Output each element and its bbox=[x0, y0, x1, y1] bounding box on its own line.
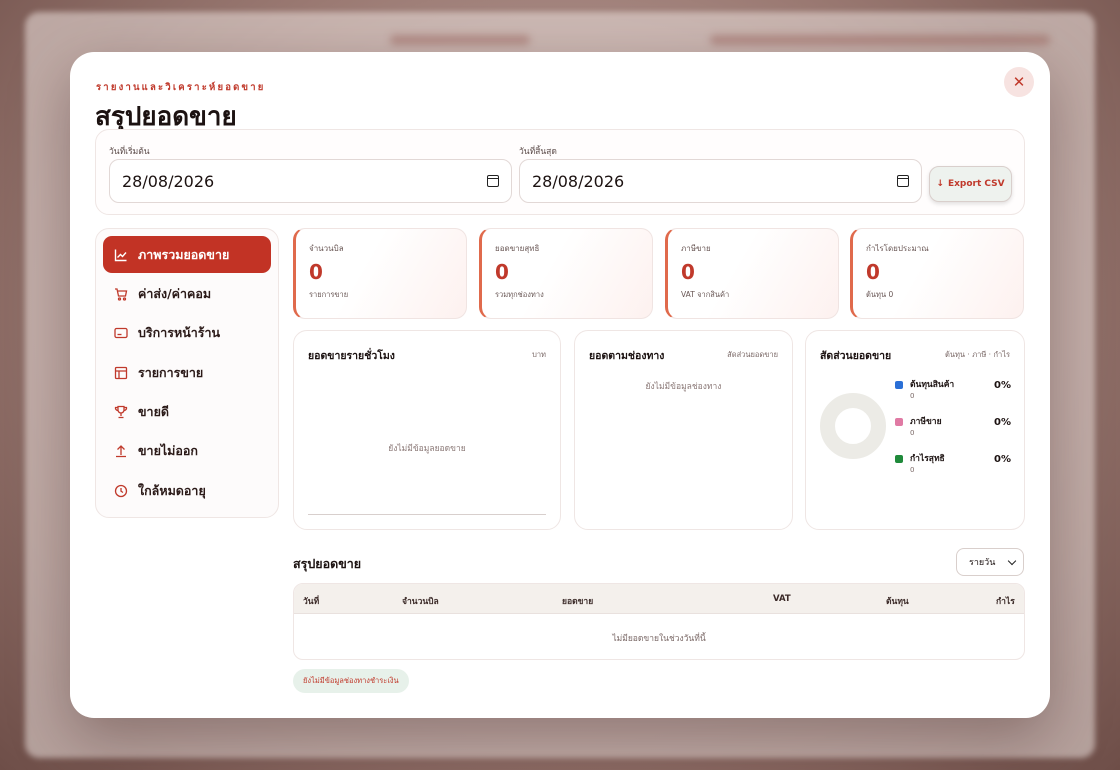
start-date-input[interactable]: 28/08/2026 bbox=[109, 159, 512, 203]
report-sidebar: ภาพรวมยอดขาย ค่าส่ง/ค่าคอม บริการหน้าร้า… bbox=[95, 228, 279, 518]
sales-share-panel: สัดส่วนยอดขาย ต้นทุน · ภาษี · กำไร ต้นทุ… bbox=[805, 330, 1025, 530]
legend-swatch bbox=[895, 418, 903, 426]
end-date-value: 28/08/2026 bbox=[532, 171, 625, 191]
export-csv-button[interactable]: ↓ Export CSV bbox=[929, 166, 1012, 202]
summary-title: สรุปยอดขาย bbox=[293, 556, 362, 571]
donut-chart bbox=[820, 393, 886, 459]
cart-icon bbox=[114, 287, 128, 301]
panel-note: บาท bbox=[532, 350, 546, 359]
sidebar-item-label: ใกล้หมดอายุ bbox=[138, 482, 206, 498]
panel-title: ยอดตามช่องทาง bbox=[589, 350, 665, 362]
start-date-label: วันที่เริ่มต้น bbox=[109, 147, 150, 157]
sidebar-item-near-expiry[interactable]: ใกล้หมดอายุ bbox=[103, 472, 271, 509]
legend-name: กำไรสุทธิ bbox=[910, 454, 945, 464]
stat-value: 0 bbox=[681, 260, 695, 284]
column-header: วันที่ bbox=[303, 597, 320, 607]
stat-card-bills: จำนวนบิล 0 รายการขาย bbox=[293, 228, 467, 319]
sidebar-item-best-sellers[interactable]: ขายดี bbox=[103, 394, 271, 431]
panel-note: ต้นทุน · ภาษี · กำไร bbox=[944, 350, 1010, 359]
panel-title: ยอดขายรายชั่วโมง bbox=[308, 350, 395, 362]
sidebar-item-label: รายการขาย bbox=[138, 364, 204, 380]
column-header: จำนวนบิล bbox=[402, 597, 439, 607]
calendar-icon[interactable] bbox=[897, 175, 909, 187]
stat-sub: VAT จากสินค้า bbox=[681, 290, 730, 299]
column-header: กำไร bbox=[996, 597, 1015, 607]
panel-note: สัดส่วนยอดขาย bbox=[727, 350, 778, 359]
sidebar-item-label: ภาพรวมยอดขาย bbox=[138, 246, 230, 262]
column-header: ต้นทุน bbox=[886, 597, 909, 607]
sidebar-item-label: ค่าส่ง/ค่าคอม bbox=[138, 285, 212, 301]
payment-channel-badge: ยังไม่มีข้อมูลช่องทางชำระเงิน bbox=[293, 669, 409, 693]
table-header: วันที่ จำนวนบิล ยอดขาย VAT ต้นทุน กำไร bbox=[294, 584, 1024, 614]
card-icon bbox=[114, 326, 128, 340]
legend-value: 0 bbox=[910, 392, 915, 400]
column-header: ยอดขาย bbox=[562, 597, 594, 607]
table-empty-state: ไม่มียอดขายในช่วงวันที่นี้ bbox=[612, 634, 706, 644]
sales-summary-modal: ✕ รายงานและวิเคราะห์ยอดขาย สรุปยอดขาย วั… bbox=[70, 52, 1050, 718]
stat-value: 0 bbox=[866, 260, 880, 284]
legend-name: ต้นทุนสินค้า bbox=[910, 380, 955, 390]
end-date-label: วันที่สิ้นสุด bbox=[519, 147, 557, 157]
empty-state: ยังไม่มีข้อมูลยอดขาย bbox=[388, 444, 466, 454]
trophy-icon bbox=[114, 405, 128, 419]
calendar-icon[interactable] bbox=[487, 175, 499, 187]
channel-sales-panel: ยอดตามช่องทาง สัดส่วนยอดขาย ยังไม่มีข้อม… bbox=[574, 330, 793, 530]
legend-percent: 0% bbox=[994, 417, 1011, 428]
close-button[interactable]: ✕ bbox=[1004, 67, 1034, 97]
legend-percent: 0% bbox=[994, 380, 1011, 391]
legend-swatch bbox=[895, 381, 903, 389]
stat-card-net-sales: ยอดขายสุทธิ 0 รวมทุกช่องทาง bbox=[479, 228, 653, 319]
close-icon[interactable]: ✕ bbox=[1013, 73, 1026, 91]
sidebar-item-slow-sellers[interactable]: ขายไม่ออก bbox=[103, 433, 271, 470]
summary-table: วันที่ จำนวนบิล ยอดขาย VAT ต้นทุน กำไร ไ… bbox=[293, 583, 1025, 660]
chart-line-icon bbox=[114, 248, 128, 262]
upload-icon bbox=[114, 444, 128, 458]
stat-value: 0 bbox=[309, 260, 323, 284]
legend-item-profit: กำไรสุทธิ 0 0% bbox=[895, 449, 1011, 479]
stat-card-sales-tax: ภาษีขาย 0 VAT จากสินค้า bbox=[665, 228, 839, 319]
hourly-sales-panel: ยอดขายรายชั่วโมง บาท ยังไม่มีข้อมูลยอดขา… bbox=[293, 330, 561, 530]
sidebar-item-store-service[interactable]: บริการหน้าร้าน bbox=[103, 315, 271, 352]
legend-item-cost: ต้นทุนสินค้า 0 0% bbox=[895, 375, 1011, 405]
panel-title: สัดส่วนยอดขาย bbox=[820, 350, 892, 362]
modal-eyebrow: รายงานและวิเคราะห์ยอดขาย bbox=[96, 82, 266, 93]
legend-value: 0 bbox=[910, 466, 915, 474]
stat-label: ยอดขายสุทธิ bbox=[495, 244, 540, 253]
sidebar-item-label: ขายดี bbox=[138, 404, 170, 420]
date-filter-card: วันที่เริ่มต้น 28/08/2026 วันที่สิ้นสุด … bbox=[95, 129, 1025, 215]
stat-sub: รายการขาย bbox=[309, 290, 349, 299]
stat-sub: ต้นทุน 0 bbox=[866, 290, 894, 299]
table-icon bbox=[114, 366, 128, 380]
clock-icon bbox=[114, 484, 128, 498]
background-blur-bar bbox=[390, 35, 530, 45]
period-select[interactable]: รายวัน bbox=[956, 548, 1024, 576]
column-header: VAT bbox=[773, 594, 791, 604]
period-select-value: รายวัน bbox=[969, 558, 996, 568]
start-date-value: 28/08/2026 bbox=[122, 171, 215, 191]
legend-name: ภาษีขาย bbox=[910, 417, 942, 427]
chart-axis bbox=[308, 514, 546, 515]
stat-label: กำไรโดยประมาณ bbox=[866, 244, 929, 253]
chevron-down-icon bbox=[1007, 556, 1017, 566]
sidebar-item-label: ขายไม่ออก bbox=[138, 443, 198, 459]
sidebar-item-label: บริการหน้าร้าน bbox=[138, 325, 221, 341]
stat-value: 0 bbox=[495, 260, 509, 284]
end-date-input[interactable]: 28/08/2026 bbox=[519, 159, 922, 203]
background-blur-bar bbox=[710, 35, 1050, 45]
sidebar-item-overview[interactable]: ภาพรวมยอดขาย bbox=[103, 236, 271, 273]
legend-value: 0 bbox=[910, 429, 915, 437]
download-icon: ↓ bbox=[936, 179, 944, 189]
stat-card-estimated-profit: กำไรโดยประมาณ 0 ต้นทุน 0 bbox=[850, 228, 1024, 319]
legend-percent: 0% bbox=[994, 454, 1011, 465]
stat-label: จำนวนบิล bbox=[309, 244, 344, 253]
sidebar-item-shipping-commission[interactable]: ค่าส่ง/ค่าคอม bbox=[103, 275, 271, 312]
empty-state: ยังไม่มีข้อมูลช่องทาง bbox=[645, 382, 722, 392]
stat-label: ภาษีขาย bbox=[681, 244, 711, 253]
legend-swatch bbox=[895, 455, 903, 463]
stat-sub: รวมทุกช่องทาง bbox=[495, 290, 544, 299]
legend-item-tax: ภาษีขาย 0 0% bbox=[895, 412, 1011, 442]
export-csv-label: Export CSV bbox=[947, 179, 1005, 189]
sidebar-item-sales-list[interactable]: รายการขาย bbox=[103, 354, 271, 391]
